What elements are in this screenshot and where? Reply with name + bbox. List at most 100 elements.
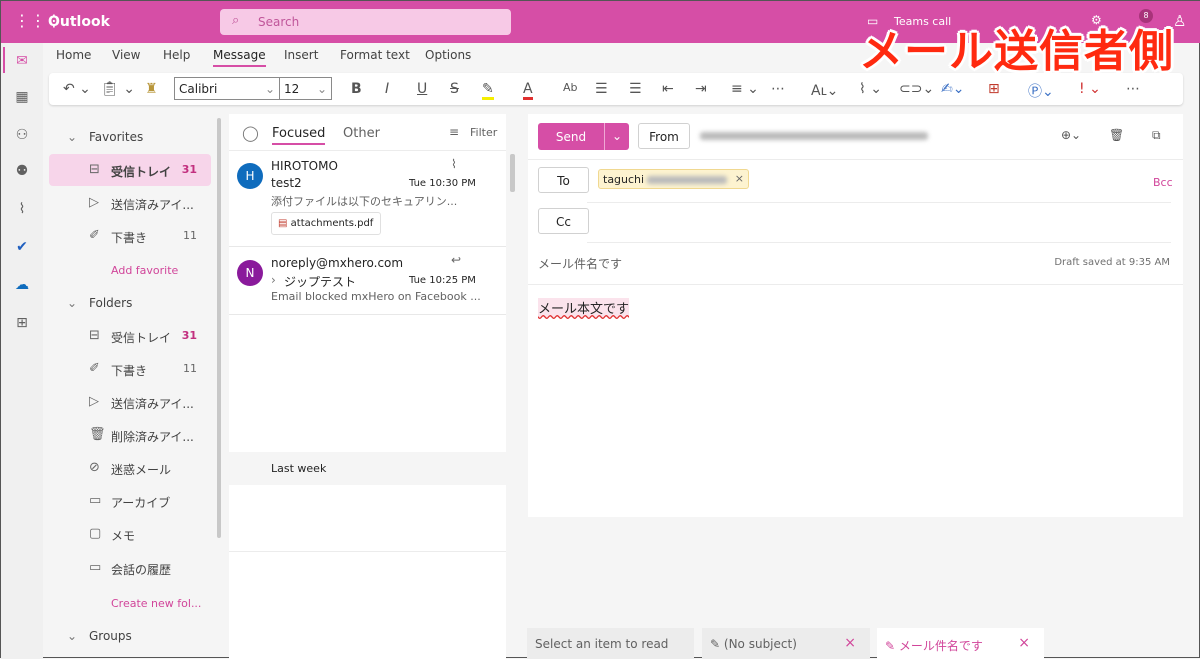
chevron-icon[interactable]: ⌄ xyxy=(67,629,77,643)
discard-icon[interactable]: 🗑︎ xyxy=(1109,128,1124,142)
filter-icon[interactable]: ≡ xyxy=(449,125,459,139)
preview: 添付ファイルは以下のセキュアリン... xyxy=(271,195,458,208)
numbering-icon[interactable]: ☰ xyxy=(629,81,642,97)
body-editor[interactable]: メール本文です xyxy=(538,298,630,317)
folder-inbox[interactable]: ⊟ 受信トレイ 31 xyxy=(49,320,211,352)
tab-format-text[interactable]: Format text xyxy=(340,48,410,62)
calendar-icon[interactable]: ▦ xyxy=(13,89,31,107)
subject-input[interactable]: メール件名です xyxy=(538,255,622,272)
todo-icon[interactable]: ✔ xyxy=(13,239,31,257)
item-count: 11 xyxy=(183,362,197,375)
mail-icon[interactable]: ✉ xyxy=(13,53,31,71)
app-rail: ✉ ▦ ⚇ ⚉ ⌇ ✔ ☁ ⊞ xyxy=(1,43,43,659)
create-folder-link[interactable]: Create new fol... xyxy=(111,597,201,610)
loop-icon[interactable]: Ⓟ⌄ xyxy=(1028,81,1054,101)
underline-icon[interactable]: U xyxy=(417,81,427,97)
bullets-icon[interactable]: ☰ xyxy=(595,81,608,97)
groups-header[interactable]: Groups xyxy=(89,629,132,643)
tab-other[interactable]: Other xyxy=(343,126,380,141)
attachment-chip[interactable]: ▤ attachments.pdf xyxy=(271,212,381,235)
font-select[interactable]: Calibri ⌄ xyxy=(174,77,280,100)
attachment-icon[interactable]: ⌇ xyxy=(13,201,31,219)
bottom-tab-reading[interactable]: Select an item to read xyxy=(527,628,694,659)
onedrive-icon[interactable]: ☁ xyxy=(13,277,31,295)
message-item[interactable]: N noreply@mxhero.com ↩ › ジップテスト Tue 10:2… xyxy=(229,248,506,315)
attach-icon[interactable]: ⌇ ⌄ xyxy=(859,81,882,97)
importance-icon[interactable]: ! ⌄ xyxy=(1079,81,1101,97)
search-input[interactable]: ⌕ Search xyxy=(220,9,511,35)
send-options-chevron-icon[interactable]: ⌄ xyxy=(604,123,629,150)
draft-icon: ✐ xyxy=(89,228,100,243)
tab-insert[interactable]: Insert xyxy=(284,48,318,62)
pop-out-icon[interactable]: ⧉ xyxy=(1152,128,1161,143)
favorite-sent[interactable]: ▷ 送信済みアイ... xyxy=(49,187,211,219)
select-all-icon[interactable]: ◯ xyxy=(242,124,259,142)
close-icon[interactable]: × xyxy=(844,635,856,651)
strikethrough-icon[interactable]: S xyxy=(450,81,459,97)
list-scrollbar[interactable] xyxy=(510,154,515,192)
zoom-icon[interactable]: ⊕⌄ xyxy=(1061,128,1081,142)
folder-conversation-history[interactable]: ▭ 会話の履歴 xyxy=(49,552,211,584)
tab-focused[interactable]: Focused xyxy=(272,126,326,145)
chevron-icon[interactable]: ⌄ xyxy=(67,130,77,144)
font-color-icon[interactable]: A xyxy=(523,81,533,100)
chevron-icon[interactable]: ⌄ xyxy=(67,296,77,310)
link-icon[interactable]: ⊂⊃⌄ xyxy=(899,81,934,97)
close-icon[interactable]: × xyxy=(1018,635,1030,651)
italic-icon[interactable]: I xyxy=(385,81,389,97)
folder-drafts[interactable]: ✐ 下書き 11 xyxy=(49,353,211,385)
cc-button[interactable]: Cc xyxy=(538,208,589,234)
bottom-tab-draft[interactable]: ✎ メール件名です × xyxy=(877,628,1044,659)
send-button[interactable]: Send xyxy=(538,130,604,144)
paste-icon[interactable]: 📋︎ ⌄ xyxy=(101,81,135,97)
sender: HIROTOMO xyxy=(271,159,338,173)
more-icon[interactable]: ⋯ xyxy=(771,81,785,97)
folder-deleted[interactable]: 🗑︎ 削除済みアイ... xyxy=(49,419,211,451)
from-button[interactable]: From xyxy=(638,123,690,149)
folder-sent[interactable]: ▷ 送信済みアイ... xyxy=(49,386,211,418)
account-icon[interactable]: ♙ xyxy=(1173,12,1186,30)
signature-icon[interactable]: ✍⌄ xyxy=(941,81,964,97)
format-painter-icon[interactable]: ♜ xyxy=(145,81,158,97)
clear-format-icon[interactable]: Ab xyxy=(563,81,578,94)
align-icon[interactable]: ≡ ⌄ xyxy=(731,81,759,97)
recipient-chip[interactable]: taguchi × xyxy=(598,169,749,189)
bottom-tab-no-subject[interactable]: ✎ (No subject) × xyxy=(702,628,870,659)
font-size-select[interactable]: 12 ⌄ xyxy=(279,77,332,100)
bold-icon[interactable]: B xyxy=(351,81,362,97)
insert-table-icon[interactable]: ⊞ xyxy=(988,81,1000,97)
indent-icon[interactable]: ⇥ xyxy=(695,81,707,97)
apps-icon[interactable]: ⊞ xyxy=(13,315,31,333)
people-icon[interactable]: ⚇ xyxy=(13,127,31,145)
folder-label: 迷惑メール xyxy=(111,463,172,477)
folder-archive[interactable]: ▭ アーカイブ xyxy=(49,485,211,517)
tab-home[interactable]: Home xyxy=(56,48,91,62)
styles-icon[interactable]: Aⳑ⌄ xyxy=(811,81,838,100)
tab-options[interactable]: Options xyxy=(425,48,471,62)
undo-icon[interactable]: ↶ ⌄ xyxy=(63,81,91,97)
to-button[interactable]: To xyxy=(538,167,589,193)
folder-scrollbar[interactable] xyxy=(217,118,221,538)
add-favorite-link[interactable]: Add favorite xyxy=(111,264,178,277)
remove-recipient-icon[interactable]: × xyxy=(735,172,744,185)
bcc-button[interactable]: Bcc xyxy=(1153,176,1173,189)
tab-view[interactable]: View xyxy=(112,48,140,62)
tab-help[interactable]: Help xyxy=(163,48,190,62)
search-icon: ⌕ xyxy=(232,13,240,28)
filter-button[interactable]: Filter xyxy=(470,126,497,139)
folders-header[interactable]: Folders xyxy=(89,296,132,310)
more-options-icon[interactable]: ⋯ xyxy=(1126,81,1140,97)
favorite-drafts[interactable]: ✐ 下書き 11 xyxy=(49,220,211,252)
message-item[interactable]: H HIROTOMO ⌇ test2 Tue 10:30 PM 添付ファイルは以… xyxy=(229,151,506,247)
favorites-header[interactable]: Favorites xyxy=(89,130,143,144)
inbox-icon: ⊟ xyxy=(89,162,100,177)
folder-notes[interactable]: ▢ メモ xyxy=(49,518,211,550)
outdent-icon[interactable]: ⇤ xyxy=(662,81,674,97)
highlight-icon[interactable]: ✎ xyxy=(482,81,494,100)
subject: test2 xyxy=(271,176,302,190)
groups-icon[interactable]: ⚉ xyxy=(13,163,31,181)
favorite-inbox[interactable]: ⊟ 受信トレイ 31 xyxy=(49,154,211,186)
send-icon: ▷ xyxy=(89,394,99,409)
folder-junk[interactable]: ⊘ 迷惑メール xyxy=(49,452,211,484)
tab-message[interactable]: Message xyxy=(213,48,266,67)
